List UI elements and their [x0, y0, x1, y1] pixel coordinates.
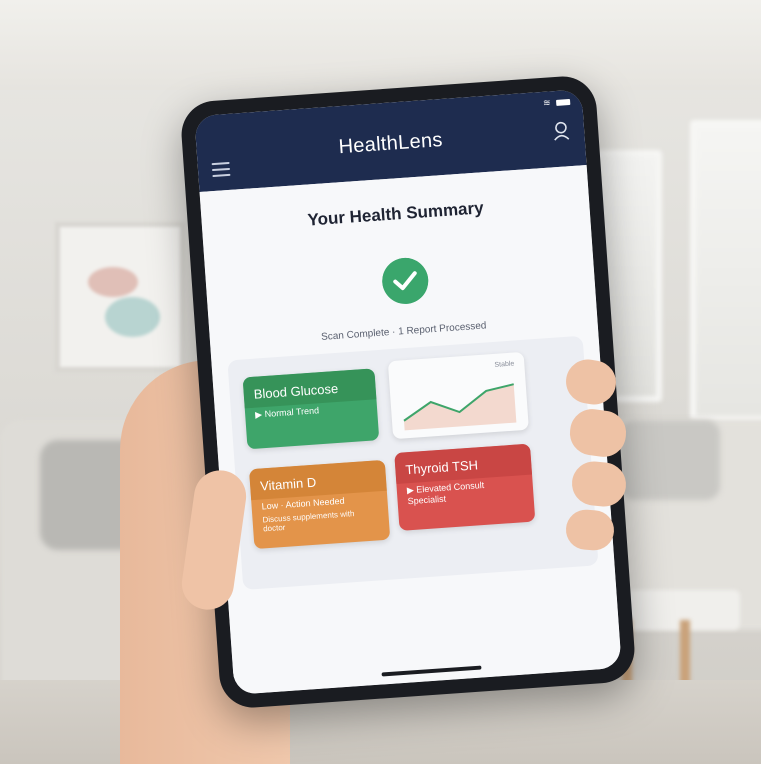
window: [690, 120, 761, 422]
pillow: [620, 420, 720, 500]
room-background: ≋ HealthLens Your Health Summary Scan Co…: [0, 0, 761, 764]
wifi-icon: ≋: [542, 97, 551, 108]
vitamin-d-card[interactable]: Vitamin D Low · Action Needed Discuss su…: [249, 459, 391, 550]
play-triangle-icon: ▶: [254, 409, 263, 420]
thyroid-card[interactable]: Thyroid TSH ▶ Elevated Consult Specialis…: [394, 443, 536, 531]
app-title: HealthLens: [337, 128, 444, 159]
card-status: Normal Trend: [264, 405, 320, 420]
page-title: Your Health Summary: [306, 198, 485, 230]
trend-area: [403, 384, 517, 431]
status-bar: ≋: [543, 96, 571, 109]
blood-glucose-card[interactable]: Blood Glucose ▶ Normal Trend: [242, 368, 380, 450]
chart-label: Stable: [494, 360, 515, 369]
wall-art: [55, 222, 185, 372]
ceiling: [0, 0, 761, 90]
battery-icon: [555, 98, 571, 106]
tablet-screen: ≋ HealthLens Your Health Summary Scan Co…: [194, 89, 622, 695]
trend-chart-card[interactable]: Stable: [387, 351, 529, 440]
check-icon: [380, 256, 430, 306]
card-status: Elevated Consult Specialist: [407, 479, 485, 507]
main-content: Your Health Summary Scan Complete · 1 Re…: [199, 164, 622, 695]
play-triangle-icon: ▶: [406, 484, 415, 496]
user-icon[interactable]: [551, 120, 570, 141]
results-panel: Blood Glucose ▶ Normal Trend Stable Vita…: [227, 335, 599, 590]
